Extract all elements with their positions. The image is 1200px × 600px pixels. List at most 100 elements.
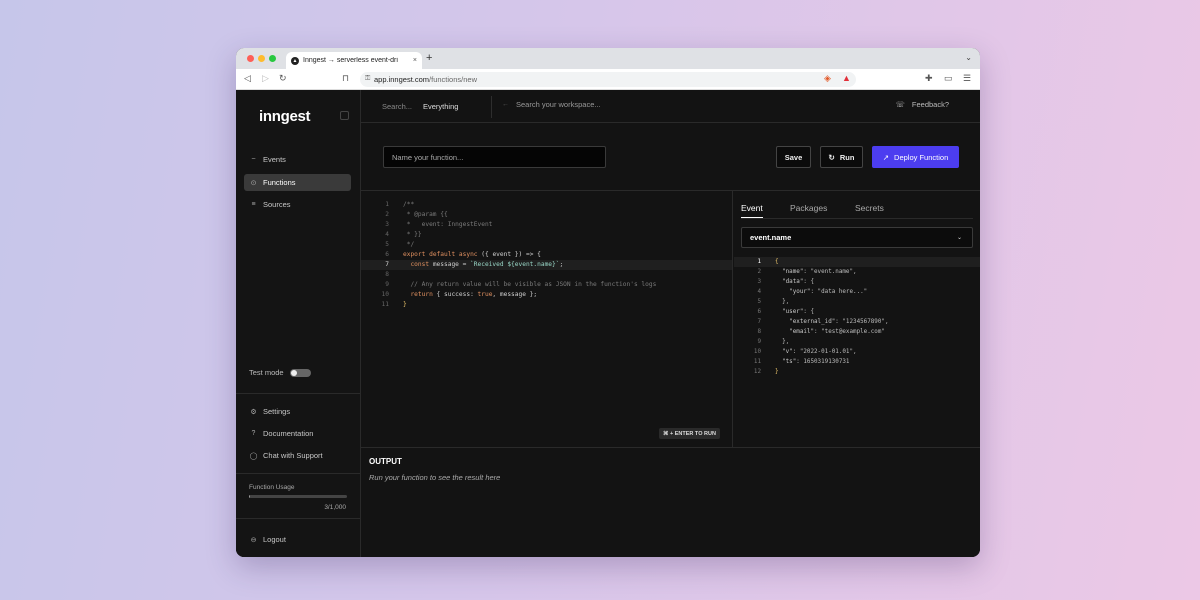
line-number: 5 [757, 299, 761, 305]
json-line: 9 }, [734, 337, 980, 347]
line-number: 9 [385, 281, 389, 288]
tab-close-icon[interactable]: × [413, 57, 417, 64]
back-icon[interactable]: ◁ [244, 73, 251, 84]
json-text: "data": { [782, 279, 815, 285]
feedback-button[interactable]: ☏ Feedback? [896, 100, 950, 109]
logout-button[interactable]: ⊖ Logout [244, 531, 351, 548]
sidebar-item-settings[interactable]: ⚙ Settings [244, 403, 351, 420]
brave-shield-icon[interactable]: ◈ [824, 73, 831, 84]
browser-menu-icon[interactable]: ☰ [963, 73, 971, 84]
sidebar-item-sources[interactable]: ≡ Sources [244, 196, 351, 213]
logout-label: Logout [263, 535, 286, 544]
json-text: "name": "event.name", [782, 269, 857, 275]
json-text: } [775, 369, 779, 375]
line-number: 8 [385, 271, 389, 278]
code-text: /** [403, 201, 415, 208]
line-number: 10 [753, 349, 761, 355]
reload-icon: ↻ [828, 152, 835, 162]
search-scope-select[interactable]: Everything [423, 102, 458, 111]
forward-icon[interactable]: ▷ [262, 73, 269, 84]
new-tab-button[interactable]: + [426, 52, 432, 64]
line-number: 4 [757, 289, 761, 295]
deploy-function-button[interactable]: ↗ Deploy Function [872, 146, 959, 168]
inngest-app: inngest ~ Events ⊙ Functions ≡ Sources T… [236, 90, 980, 557]
code-line: 10 return { success: true, message }; [361, 290, 732, 300]
tab-event[interactable]: Event [741, 203, 763, 218]
code-text: * }} [403, 231, 422, 238]
code-text: } [403, 301, 407, 308]
line-number: 9 [757, 339, 761, 345]
sidebar-item-chat-support[interactable]: ◯ Chat with Support [244, 447, 351, 464]
sidebar-item-label: Documentation [263, 429, 314, 438]
browser-window: ▲ Inngest → serverless event-dri × + ⌄ ◁… [236, 48, 980, 557]
function-header: Save ↻ Run ↗ Deploy Function [361, 123, 980, 191]
extensions-icon[interactable]: ✚ [925, 73, 933, 84]
save-button[interactable]: Save [776, 146, 811, 168]
event-panel: Event Packages Secrets event.name ⌄ 1{2 … [734, 191, 980, 447]
line-number: 12 [753, 369, 761, 375]
json-line: 6 "user": { [734, 307, 980, 317]
code-line: 9 // Any return value will be visible as… [361, 280, 732, 290]
json-line: 5 }, [734, 297, 980, 307]
function-name-input[interactable] [383, 146, 606, 168]
line-number: 3 [385, 221, 389, 228]
json-line: 4 "your": "data here..." [734, 287, 980, 297]
inngest-logo[interactable]: inngest [259, 108, 311, 125]
test-mode-toggle[interactable] [289, 368, 311, 377]
bookmark-icon[interactable]: ⊓ [342, 73, 349, 84]
workspace-search-placeholder: Search your workspace... [516, 100, 601, 109]
functions-icon: ⊙ [250, 179, 257, 187]
line-number: 1 [757, 259, 761, 265]
maximize-window-button[interactable] [269, 55, 276, 62]
sources-icon: ≡ [251, 201, 256, 208]
function-usage-count: 3/1,000 [324, 504, 346, 511]
run-button[interactable]: ↻ Run [820, 146, 863, 168]
minimize-window-button[interactable] [258, 55, 265, 62]
sidebar-collapse-icon[interactable] [340, 111, 349, 120]
line-number: 3 [757, 279, 761, 285]
sidebar-item-documentation[interactable]: ? Documentation [244, 425, 351, 442]
json-line: 7 "external_id": "1234567890", [734, 317, 980, 327]
brave-rewards-icon[interactable]: ▲ [842, 73, 851, 83]
json-text: "ts": 1650319130731 [782, 359, 850, 365]
tab-packages[interactable]: Packages [790, 203, 827, 218]
address-bar[interactable]: ⚿ app.inngest.com/functions/new [360, 72, 856, 87]
event-select[interactable]: event.name ⌄ [741, 227, 973, 248]
lock-icon: ⚿ [365, 75, 371, 82]
code-line: 4 * }} [361, 230, 732, 240]
feedback-label: Feedback? [911, 100, 949, 109]
line-number: 2 [757, 269, 761, 275]
json-line: 1{ [734, 257, 980, 267]
function-usage-bar [249, 495, 347, 498]
line-number: 4 [385, 231, 389, 238]
browser-tab-bar: ▲ Inngest → serverless event-dri × + ⌄ [236, 48, 980, 69]
run-label: Run [839, 152, 855, 162]
line-number: 10 [381, 291, 389, 298]
sidebar-item-label: Sources [263, 200, 291, 209]
test-mode-label: Test mode [249, 368, 284, 377]
workspace-search-input[interactable]: ← Search your workspace... [502, 100, 601, 109]
sidebar-item-label: Settings [263, 407, 291, 416]
json-line: 3 "data": { [734, 277, 980, 287]
reload-icon[interactable]: ↻ [279, 73, 287, 84]
line-number: 7 [757, 319, 761, 325]
chevron-down-icon: ⌄ [956, 235, 962, 241]
json-text: "user": { [782, 309, 815, 315]
browser-tab[interactable]: ▲ Inngest → serverless event-dri × [286, 52, 422, 69]
sidebar-item-events[interactable]: ~ Events [244, 151, 351, 168]
wallet-icon[interactable]: ▭ [944, 73, 953, 84]
sidebar-item-functions[interactable]: ⊙ Functions [244, 174, 351, 191]
url-host: app.inngest.com [374, 75, 430, 84]
tab-secrets[interactable]: Secrets [855, 203, 884, 218]
test-mode: Test mode [249, 368, 311, 377]
line-number: 11 [381, 301, 389, 308]
tab-menu-icon[interactable]: ⌄ [965, 53, 972, 62]
json-text: "your": "data here..." [789, 289, 868, 295]
close-window-button[interactable] [247, 55, 254, 62]
code-line: 7 const message = `Received ${event.name… [361, 260, 732, 270]
code-editor[interactable]: 1/** 2 * @param {{3 * event: InngestEvent… [361, 191, 733, 447]
json-text: "external_id": "1234567890", [789, 319, 889, 325]
event-select-value: event.name [750, 233, 792, 242]
url-path: /functions/new [429, 75, 477, 84]
line-number: 8 [757, 329, 761, 335]
